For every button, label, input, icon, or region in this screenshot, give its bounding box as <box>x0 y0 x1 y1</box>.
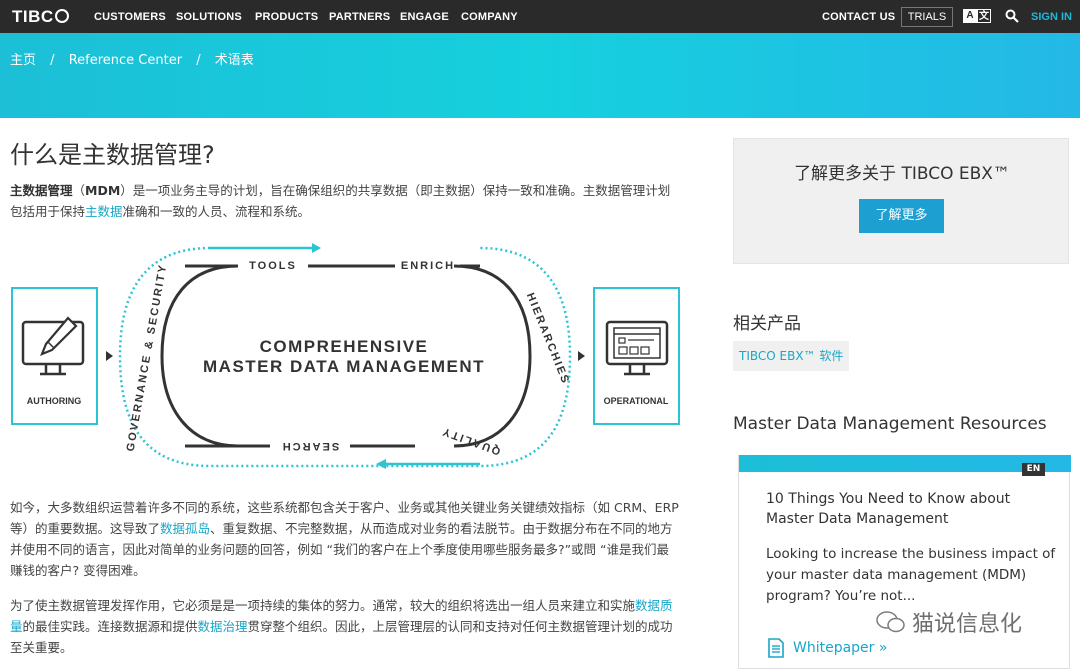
resources-heading: Master Data Management Resources <box>733 414 1047 434</box>
nav-partners[interactable]: PARTNERS <box>329 11 390 23</box>
intro-paragraph: 主数据管理（MDM）是一项业务主导的计划，旨在确保组织的共享数据（即主数据）保持… <box>10 180 680 222</box>
data-silos-link[interactable]: 数据孤岛 <box>160 521 210 536</box>
watermark: 猫说信息化 <box>876 606 1022 638</box>
whitepaper-link[interactable]: Whitepaper » <box>767 638 887 658</box>
arrow-left-icon <box>376 459 386 469</box>
inner-loop-left <box>160 264 239 448</box>
arrow-right-icon <box>578 351 585 361</box>
nav-contact-us[interactable]: CONTACT US <box>822 11 895 23</box>
breadcrumb-separator: / <box>50 53 55 68</box>
tibco-logo[interactable]: TIBC <box>12 7 69 27</box>
nav-products[interactable]: PRODUCTS <box>255 11 318 23</box>
promo-box: 了解更多关于 TIBCO EBX™ 了解更多 <box>733 138 1069 264</box>
top-nav: TIBC CUSTOMERS SOLUTIONS PRODUCTS PARTNE… <box>0 0 1080 33</box>
intro-text: （ <box>72 183 86 198</box>
master-data-link[interactable]: 主数据 <box>85 204 123 219</box>
arrow-right-icon <box>312 243 321 253</box>
breadcrumb-separator: / <box>196 53 201 68</box>
nav-company[interactable]: COMPANY <box>461 11 518 23</box>
tools-label: TOOLS <box>249 260 297 272</box>
watermark-text: 猫说信息化 <box>912 612 1023 637</box>
language-icon[interactable]: A 文 <box>963 9 991 23</box>
diagram-center-line1: COMPREHENSIVE <box>260 337 429 356</box>
learn-more-button[interactable]: 了解更多 <box>859 199 944 233</box>
promo-title: 了解更多关于 TIBCO EBX™ <box>794 164 1010 184</box>
card-title[interactable]: 10 Things You Need to Know about Master … <box>766 489 1056 529</box>
arrow-right-icon <box>106 351 113 361</box>
dashboard-monitor-icon <box>605 320 669 376</box>
authoring-label: AUTHORING <box>27 396 82 406</box>
enrich-label: ENRICH <box>401 260 455 272</box>
search-icon[interactable] <box>1005 9 1019 23</box>
language-icon-b: 文 <box>977 9 991 23</box>
sign-in-link[interactable]: SIGN IN <box>1031 11 1072 23</box>
whitepaper-label: Whitepaper » <box>793 640 888 656</box>
nav-engage[interactable]: ENGAGE <box>400 11 449 23</box>
breadcrumb-home[interactable]: 主页 <box>10 53 36 68</box>
nav-customers[interactable]: CUSTOMERS <box>94 11 166 23</box>
intro-mdm: MDM <box>85 183 121 198</box>
card-description: Looking to increase the business impact … <box>766 546 1056 604</box>
hierarchies-label: HIERARCHIES <box>524 291 572 386</box>
search-label: SEARCH <box>281 440 339 452</box>
language-badge: EN <box>1022 463 1045 476</box>
hero-banner: 主页 / Reference Center / 术语表 <box>0 33 1080 118</box>
document-icon <box>768 638 784 658</box>
inner-loop-right <box>453 264 532 448</box>
quality-label: QUALITY <box>440 425 503 458</box>
language-icon-a: A <box>963 9 977 23</box>
related-products-heading: 相关产品 <box>733 314 801 334</box>
page-title: 什么是主数据管理? <box>10 141 215 169</box>
intro-text: 准确和一致的人员、流程和系统。 <box>122 204 311 219</box>
mdm-diagram: AUTHORING OPERATIONAL TOOLS ENRICH HIERA… <box>11 243 680 469</box>
data-governance-link[interactable]: 数据治理 <box>198 619 248 634</box>
breadcrumb-glossary[interactable]: 术语表 <box>215 53 254 68</box>
trials-button[interactable]: TRIALS <box>901 7 953 27</box>
para-text: 的最佳实践。连接数据源和提供 <box>22 619 198 634</box>
para-text: 为了使主数据管理发挥作用，它必须是是一项持续的集体的努力。通常，较大的组织将选出… <box>10 598 636 613</box>
breadcrumb-reference-center[interactable]: Reference Center <box>69 53 182 68</box>
wechat-icon <box>876 611 905 633</box>
operational-label: OPERATIONAL <box>604 396 669 406</box>
monitor-edit-icon <box>21 316 85 376</box>
breadcrumb: 主页 / Reference Center / 术语表 <box>10 49 264 68</box>
nav-solutions[interactable]: SOLUTIONS <box>176 11 242 23</box>
body-paragraph-3: 为了使主数据管理发挥作用，它必须是是一项持续的集体的努力。通常，较大的组织将选出… <box>10 595 680 658</box>
diagram-center-line2: MASTER DATA MANAGEMENT <box>203 357 485 376</box>
body-paragraph-2: 如今，大多数组织运营着许多不同的系统，这些系统都包含关于客户、业务或其他关键业务… <box>10 497 680 581</box>
related-product-tag[interactable]: TIBCO EBX™ 软件 <box>733 341 850 371</box>
intro-bold-term: 主数据管理 <box>10 183 73 198</box>
